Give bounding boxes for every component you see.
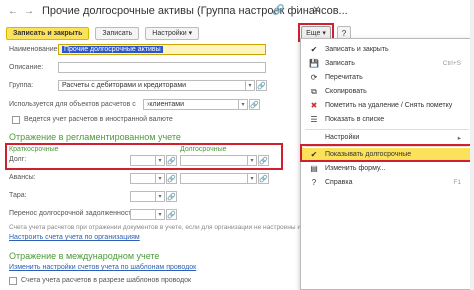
description-field[interactable] [58,62,266,73]
transfer-field[interactable] [130,209,156,220]
save-close-icon: ✔ [310,45,318,54]
accounts-note: Счета учета расчетов при отражении докум… [9,224,336,231]
menu-item-label: Скопировать [325,88,367,95]
advances-long-dropdown-arrow[interactable]: ▾ [247,173,257,184]
name-field[interactable]: Прочие долгосрочные активы [58,44,266,55]
debt-short-dropdown-arrow[interactable]: ▾ [155,155,165,166]
group-field[interactable]: Расчеты с дебиторами и кредиторами [58,80,246,91]
menu-item-label: Изменить форму... [325,165,386,172]
used-for-open-icon[interactable]: 🔗 [249,99,260,110]
link-icon[interactable]: 🔗 [272,4,285,17]
tare-open-icon[interactable]: 🔗 [166,191,177,202]
foreign-currency-checkbox[interactable] [12,116,20,124]
tare-label: Тара: [9,192,27,199]
menu-item-shortcut: F1 [453,179,461,186]
transfer-label: Перенос долгосрочной задолженности: [9,210,138,217]
debt-long-open-icon[interactable]: 🔗 [258,155,269,166]
menu-item-label: Справка [325,179,353,186]
show-list-icon: ☰ [310,115,318,124]
title-bar: ← → Прочие долгосрочные активы (Группа н… [0,0,474,22]
tare-dropdown-arrow[interactable]: ▾ [155,191,165,202]
mark-delete-icon: ✖ [310,101,318,110]
reg-section-title: Отражение в регламентированном учете [9,132,181,142]
menu-item-help[interactable]: ? Справка F1 [301,176,471,189]
debt-long-dropdown-arrow[interactable]: ▾ [247,155,257,166]
debt-short-open-icon[interactable]: 🔗 [166,155,177,166]
group-open-icon[interactable]: 🔗 [256,80,267,91]
debt-label: Долг: [9,156,27,163]
menu-item-edit-form[interactable]: ▤ Изменить форму... [301,162,471,175]
advances-long-open-icon[interactable]: 🔗 [258,173,269,184]
menu-item-label: Записать [325,60,355,67]
toolbar: Записать и закрыть Записать Настройки ▾ [6,26,200,40]
foreign-currency-label: Ведется учет расчетов в иностранной валю… [24,116,173,123]
analytics-label: Счета учета расчетов в разрезе шаблонов … [21,277,192,284]
name-label: Наименование: [9,46,60,53]
more-icon[interactable]: ⋮ [291,4,304,17]
used-for-label: Используется для объектов расчетов с [9,101,136,108]
save-close-button[interactable]: Записать и закрыть [6,26,90,40]
menu-item-label: Перечитать [325,74,363,81]
menu-item-shortcut: Ctrl+S [442,60,461,67]
transfer-dropdown-arrow[interactable]: ▾ [155,209,165,220]
background-list-edge [470,0,474,290]
intl-section-title: Отражение в международном учете [9,251,160,261]
menu-item-mark-delete[interactable]: ✖ Пометить на удаление / Снять пометку [301,99,471,112]
forward-arrow-icon[interactable]: → [22,4,36,18]
tare-field[interactable] [130,191,156,202]
menu-separator [305,129,469,130]
reread-icon: ⟳ [310,73,318,82]
advances-long-field[interactable] [180,173,248,184]
show-long-term-highlight [300,144,472,162]
more-menu: ✔ Записать и закрыть 💾 Записать Ctrl+S ⟳… [300,38,472,290]
settings-window: ← → Прочие долгосрочные активы (Группа н… [0,0,474,290]
advances-open-icon[interactable]: 🔗 [166,173,177,184]
menu-item-label: Пометить на удаление / Снять пометку [325,102,453,109]
menu-item-show-list[interactable]: ☰ Показать в списке [301,113,471,126]
menu-item-save[interactable]: 💾 Записать Ctrl+S [301,57,471,70]
advances-label: Авансы: [9,174,36,181]
used-for-value: клиентами [149,101,184,108]
chevron-down-icon: ▾ [188,30,193,37]
org-accounts-link[interactable]: Настроить счета учета по организациям [9,234,140,241]
help-icon: ? [311,178,317,187]
used-for-dropdown-arrow[interactable]: ▾ [238,99,248,110]
advances-dropdown-arrow[interactable]: ▾ [155,173,165,184]
name-value: Прочие долгосрочные активы [62,46,163,53]
debt-short-field[interactable] [130,155,156,166]
group-dropdown-arrow[interactable]: ▾ [245,80,255,91]
edit-form-icon: ▤ [310,164,318,173]
menu-item-reread[interactable]: ⟳ Перечитать [301,71,471,84]
chevron-right-icon: ▸ [457,134,461,142]
advances-field[interactable] [130,173,156,184]
menu-item-save-close[interactable]: ✔ Записать и закрыть [301,43,471,56]
used-for-field[interactable]: › клиентами [143,99,239,110]
menu-item-label: Настройки [325,134,360,141]
menu-item-settings[interactable]: Настройки ▸ [301,131,471,144]
close-icon[interactable]: ✕ [310,4,323,17]
transfer-open-icon[interactable]: 🔗 [166,209,177,220]
group-value: Расчеты с дебиторами и кредиторами [62,82,187,89]
save-icon: 💾 [309,59,319,68]
description-label: Описание: [9,64,44,71]
debt-long-field[interactable] [180,155,248,166]
menu-item-label: Показать в списке [325,116,385,123]
back-arrow-icon[interactable]: ← [6,4,20,18]
menu-item-copy[interactable]: ⧉ Скопировать [301,85,471,98]
copy-icon: ⧉ [311,86,317,96]
menu-item-label: Записать и закрыть [325,46,389,53]
settings-label: Настройки [152,29,187,37]
settings-button[interactable]: Настройки ▾ [145,26,200,40]
intl-accounts-link[interactable]: Изменить настройки счетов учета по шабло… [9,264,196,271]
save-button[interactable]: Записать [95,26,140,40]
analytics-checkbox[interactable] [9,277,17,285]
group-label: Группа: [9,82,34,89]
